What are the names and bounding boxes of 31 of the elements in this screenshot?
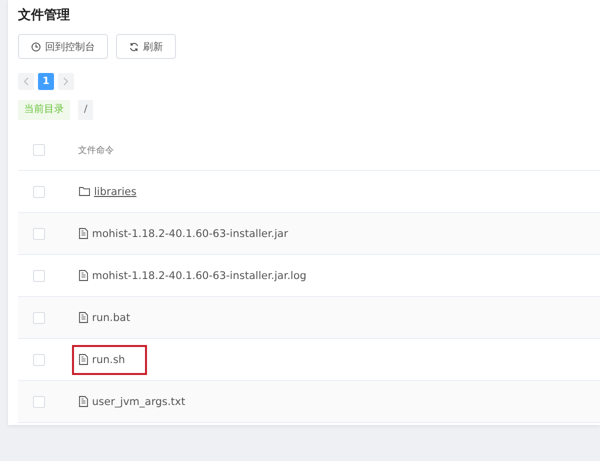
chevron-right-icon: [63, 77, 69, 86]
row-checkbox[interactable]: [33, 228, 45, 240]
file-icon: [79, 270, 88, 281]
file-name: mohist-1.18.2-40.1.60-63-installer.jar: [92, 228, 288, 240]
file-icon: [79, 228, 88, 239]
current-directory-tag: 当前目录: [18, 100, 70, 120]
file-name: user_jvm_args.txt: [92, 396, 186, 408]
page-title: 文件管理: [18, 6, 71, 25]
previous-page-button[interactable]: [18, 73, 34, 90]
column-header: 文件命令: [78, 144, 114, 156]
row-checkbox[interactable]: [33, 354, 45, 366]
row-checkbox[interactable]: [33, 270, 45, 282]
file-name: run.bat: [92, 312, 130, 324]
row-checkbox[interactable]: [33, 396, 45, 408]
toolbar-button[interactable]: 回到控制台: [18, 34, 108, 59]
path-tag[interactable]: /: [78, 100, 94, 120]
toolbar-button[interactable]: 刷新: [116, 34, 176, 59]
file-name: run.sh: [92, 354, 126, 366]
file-icon: [79, 396, 88, 407]
row-checkbox[interactable]: [33, 186, 45, 198]
file-icon: [79, 312, 88, 323]
file-icon: [79, 354, 88, 365]
folder-icon: [79, 187, 90, 196]
chevron-left-icon: [23, 77, 29, 86]
folder-link[interactable]: libraries: [94, 186, 136, 198]
row-checkbox[interactable]: [33, 312, 45, 324]
select-all-checkbox[interactable]: [33, 144, 45, 156]
clock-icon: [31, 42, 41, 52]
next-page-button[interactable]: [58, 73, 74, 90]
file-name: mohist-1.18.2-40.1.60-63-installer.jar.log: [92, 270, 306, 282]
refresh-icon: [129, 42, 139, 52]
